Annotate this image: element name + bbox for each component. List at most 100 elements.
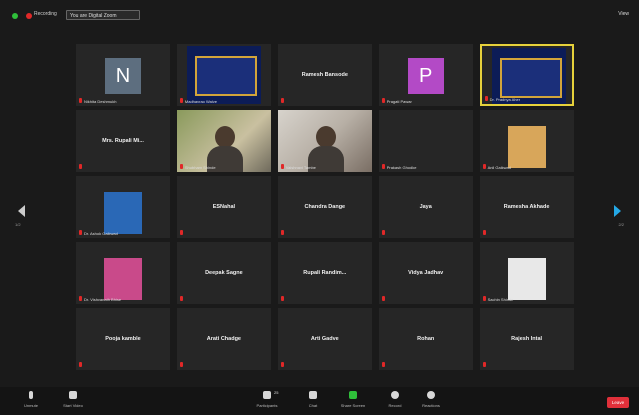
reactions-icon [427, 391, 435, 399]
record-icon [391, 391, 399, 399]
participant-name: Arti Gadve [310, 335, 339, 342]
prev-page-arrow-icon[interactable] [18, 205, 25, 217]
avatar [507, 257, 546, 300]
share-screen-button[interactable]: Share Screen [336, 391, 370, 413]
view-button[interactable]: View [618, 11, 629, 17]
participant-label: Dr. Pradnya Aher [489, 97, 521, 102]
video-feed [186, 46, 261, 104]
participant-tile[interactable]: Rohan [378, 307, 473, 370]
participant-label: Anil Gaikwad [487, 164, 511, 170]
participant-tile[interactable]: Arti Gadve [277, 307, 372, 370]
muted-mic-icon [79, 361, 82, 367]
participant-tile[interactable]: Vaishnavi Tambe [277, 109, 372, 172]
participant-tile[interactable]: Ramesha Akhade [479, 175, 574, 238]
participant-tile[interactable]: Deepak Sagne [176, 241, 271, 304]
participant-tile[interactable]: Rupali Randim... [277, 241, 372, 304]
participant-tile[interactable]: N Nikhita Deshmukh [76, 44, 170, 106]
muted-mic-icon [482, 361, 486, 367]
view-chip[interactable]: You are Digital Zoom [66, 10, 140, 20]
participant-label: Sachin Shinde [487, 296, 514, 302]
participant-label: Prakash Ghodke [386, 164, 417, 170]
muted-mic-icon [280, 163, 284, 169]
muted-mic-icon [179, 163, 183, 169]
muted-mic-icon [381, 295, 385, 301]
participant-tile[interactable]: Jaya [378, 175, 473, 238]
muted-mic-icon [179, 361, 183, 367]
video-feed [277, 109, 372, 172]
participant-label: Madhavrao Walve [184, 99, 217, 104]
participant-tile[interactable]: Anil Gaikwad [479, 109, 574, 172]
participant-tile[interactable]: Rajesh Intal [479, 307, 574, 370]
participants-count: 25 [274, 390, 279, 395]
participant-tile[interactable]: Dr. Vishvanath Bhise [76, 241, 170, 304]
video-camera-icon [69, 391, 77, 399]
unmute-button[interactable]: Unmute [14, 391, 48, 413]
left-page-indicator: 1/2 [15, 222, 21, 227]
participant-tile[interactable]: Madhavrao Walve [176, 44, 271, 106]
participant-tile[interactable]: Dr. Pradnya Aher [479, 44, 574, 106]
muted-mic-icon [482, 295, 486, 301]
participant-tile[interactable]: Pooja kamble [76, 307, 170, 370]
muted-mic-icon [179, 229, 183, 235]
chat-button[interactable]: Chat [296, 391, 330, 413]
avatar: P [407, 58, 444, 94]
muted-mic-icon [482, 163, 486, 169]
participant-name: Jaya [419, 203, 432, 210]
participants-button[interactable]: Participants [250, 391, 284, 413]
start-video-button[interactable]: Start Video [56, 391, 90, 413]
avatar: N [105, 58, 141, 94]
share-screen-icon [349, 391, 357, 399]
muted-mic-icon [79, 163, 82, 169]
participant-name: Ramesha Akhade [503, 203, 550, 210]
video-feed [176, 109, 271, 172]
participant-tile[interactable]: Vidya Jadhav [378, 241, 473, 304]
participant-name: ESNahal [212, 203, 236, 210]
participant-tile[interactable]: Ramesh Bansode [277, 44, 372, 106]
chat-bubble-icon [309, 391, 317, 399]
participant-gallery: N Nikhita Deshmukh Madhavrao Walve Ramesh B… [76, 44, 574, 370]
participants-label: Participants [256, 403, 278, 408]
participant-name: Deepak Sagne [205, 269, 243, 276]
participant-label: Nikhita Deshmukh [84, 99, 117, 104]
top-bar: Recording You are Digital Zoom View [0, 0, 639, 36]
security-shield-icon[interactable] [12, 13, 18, 19]
recording-label: Recording [34, 11, 57, 17]
muted-mic-icon [179, 98, 183, 103]
participant-label: Pragati Pawar [386, 99, 412, 104]
leave-button[interactable]: Leave [607, 397, 629, 408]
avatar [104, 257, 142, 300]
muted-mic-icon [280, 361, 284, 367]
participant-tile[interactable]: Sachin Shinde [479, 241, 574, 304]
participant-tile[interactable]: Prakash Ghodke [378, 109, 473, 172]
muted-mic-icon [381, 229, 385, 235]
participant-name: Rajesh Intal [511, 335, 543, 342]
muted-mic-icon [79, 229, 82, 235]
participant-label: Shubham Shinde [184, 164, 216, 170]
muted-mic-icon [179, 295, 183, 301]
record-label: Record [388, 403, 402, 408]
unmute-label: Unmute [23, 403, 38, 408]
participant-tile[interactable]: Arati Chadge [176, 307, 271, 370]
participant-label: Vaishnavi Tambe [285, 164, 316, 170]
muted-mic-icon [482, 229, 486, 235]
muted-mic-icon [79, 295, 82, 301]
participant-name: Arati Chadge [206, 335, 241, 342]
muted-mic-icon [280, 229, 284, 235]
participant-name: Mrs. Rupali Mi... [102, 137, 144, 144]
recording-dot-icon [26, 13, 32, 19]
participant-name: Chandra Dange [304, 203, 346, 210]
participant-tile[interactable]: P Pragati Pawar [378, 44, 473, 106]
record-button[interactable]: Record [378, 391, 412, 413]
reactions-button[interactable]: Reactions [414, 391, 448, 413]
participant-name: Vidya Jadhav [408, 269, 444, 276]
next-page-arrow-icon[interactable] [614, 205, 621, 217]
start-video-label: Start Video [63, 403, 83, 408]
participant-name: Pooja kamble [105, 335, 141, 342]
participant-tile[interactable]: Chandra Dange [277, 175, 372, 238]
participant-tile[interactable]: Dr. Ashok Gaikwad [76, 175, 170, 238]
participant-tile[interactable]: Shubham Shinde [176, 109, 271, 172]
participant-tile[interactable]: Mrs. Rupali Mi... [76, 109, 170, 172]
participant-tile[interactable]: ESNahal [176, 175, 271, 238]
participants-icon [263, 391, 271, 399]
muted-mic-icon [79, 98, 82, 103]
